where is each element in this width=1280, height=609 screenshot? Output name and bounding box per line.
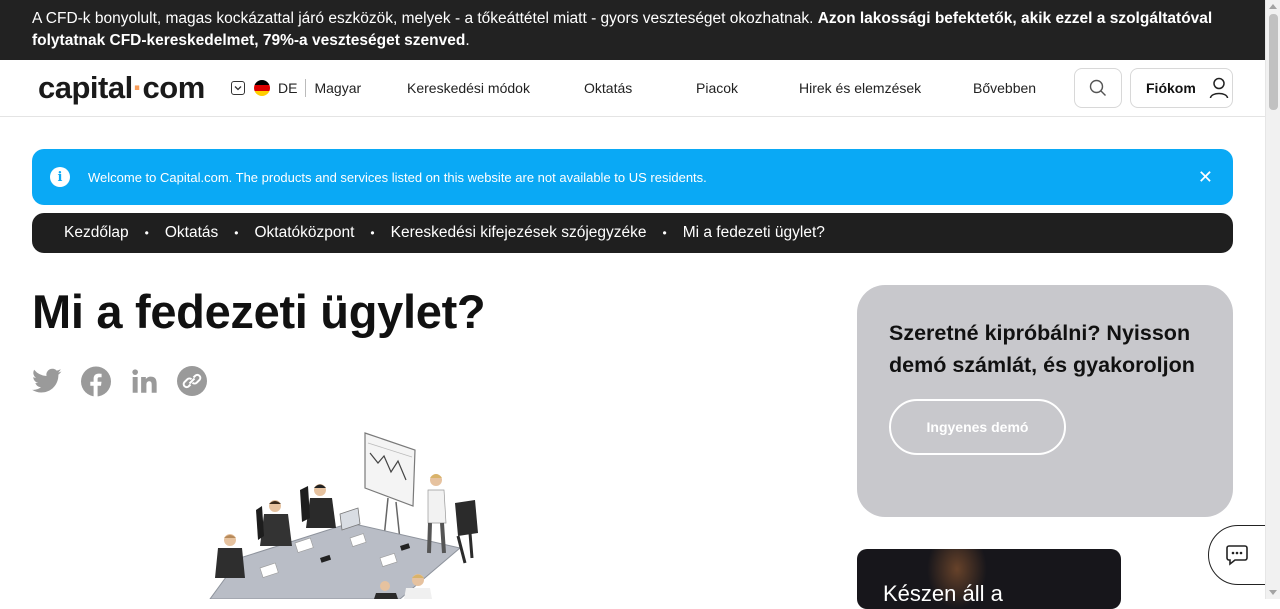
nav-trading-modes[interactable]: Kereskedési módok [407,80,530,96]
capital-logo[interactable]: capital·com [38,70,205,106]
logo-part2: com [142,70,206,105]
breadcrumb-separator: • [662,226,667,240]
info-icon: i [50,167,70,187]
chat-icon [1226,545,1248,566]
breadcrumb-item-education[interactable]: Oktatás [165,224,218,242]
share-twitter-button[interactable] [32,366,62,396]
breadcrumb-separator: • [370,226,375,240]
chevron-down-icon [231,81,245,95]
account-button[interactable]: Fiókom [1130,68,1233,108]
nav-news-analysis[interactable]: Hirek és elemzések [799,80,921,96]
close-icon[interactable]: ✕ [1198,167,1213,187]
flipchart-graphic [364,432,416,541]
breadcrumb-item-current: Mi a fedezeti ügylet? [682,224,825,241]
scrollbar-thumb[interactable] [1269,14,1278,110]
promo-card-title: Készen áll a [883,581,1003,606]
breadcrumb: Kezdőlap • Oktatás • Oktatóközpont • Ker… [32,213,1233,253]
promo-card[interactable]: Készen áll a [857,549,1121,609]
linkedin-icon [131,368,157,393]
logo-part1: capital [38,70,133,105]
page-scrollbar[interactable] [1265,0,1280,599]
site-header: capital·com DE Magyar Kereskedési módok … [0,60,1265,117]
scroll-down-arrow[interactable] [1269,590,1277,595]
copy-link-icon [177,366,207,396]
search-button[interactable] [1074,68,1122,108]
nav-markets[interactable]: Piacok [696,80,738,96]
us-residents-notice: i Welcome to Capital.com. The products a… [32,149,1233,205]
share-linkedin-button[interactable] [129,366,159,396]
user-icon [1209,77,1229,99]
risk-text: A CFD-k bonyolult, magas kockázattal jár… [32,10,818,27]
nav-education[interactable]: Oktatás [584,80,632,96]
logo-dot: · [132,70,143,105]
demo-card-title: Szeretné kipróbálni? Nyisson demó számlá… [889,321,1195,377]
twitter-icon [32,368,62,393]
meeting-illustration [209,432,478,599]
share-facebook-button[interactable] [81,366,111,396]
notice-text: Welcome to Capital.com. The products and… [88,169,707,185]
country-code: DE [278,80,298,96]
facebook-icon [81,366,111,396]
search-icon [1089,79,1106,96]
scroll-up-arrow[interactable] [1269,4,1277,9]
language-divider [305,79,307,97]
breadcrumb-item-learning-center[interactable]: Oktatóközpont [254,224,354,242]
account-label: Fiókom [1146,80,1196,96]
breadcrumb-item-glossary[interactable]: Kereskedési kifejezések szójegyzéke [391,224,647,242]
language-selector[interactable]: DE Magyar [231,79,361,97]
chat-button[interactable] [1208,525,1270,585]
breadcrumb-separator: • [144,226,149,240]
risk-warning-banner: A CFD-k bonyolult, magas kockázattal jár… [0,0,1265,60]
language-label: Magyar [314,80,362,96]
germany-flag-icon [254,80,270,96]
breadcrumb-separator: • [234,226,239,240]
risk-text-end: . [465,32,470,49]
page-title: Mi a fedezeti ügylet? [32,285,486,338]
meeting-table [209,522,462,599]
nav-more[interactable]: Bővebben [973,80,1036,96]
copy-link-button[interactable] [177,366,207,396]
breadcrumb-item-home[interactable]: Kezdőlap [64,224,129,242]
demo-account-card: Szeretné kipróbálni? Nyisson demó számlá… [857,285,1233,517]
free-demo-button[interactable]: Ingyenes demó [889,399,1066,455]
